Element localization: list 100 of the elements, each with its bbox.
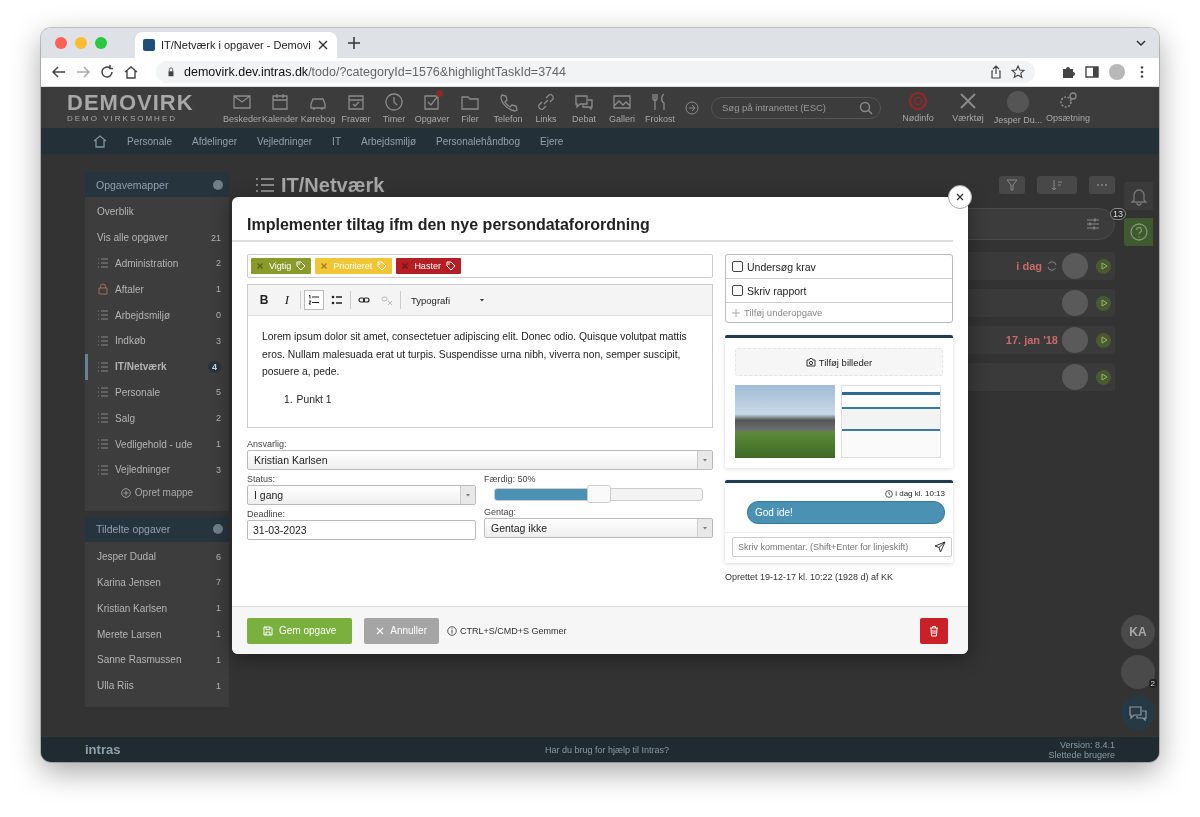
nav-item[interactable]: Fravær: [337, 91, 375, 124]
person-item[interactable]: Ulla Riis 1: [85, 672, 229, 699]
nav-item[interactable]: Beskeder: [223, 91, 261, 124]
field-label: Status:: [247, 473, 276, 485]
play-button[interactable]: [1096, 332, 1111, 348]
toolbar-item[interactable]: Værktøj: [943, 90, 993, 125]
star-icon[interactable]: [1011, 65, 1025, 79]
tag[interactable]: Vigtig: [251, 258, 312, 274]
play-button[interactable]: [1096, 295, 1111, 311]
add-images-button[interactable]: Tilføj billeder: [735, 348, 943, 376]
nav-item[interactable]: Debat: [565, 91, 603, 124]
play-button[interactable]: [1096, 369, 1111, 385]
forward-arrow-icon[interactable]: [76, 65, 90, 79]
folder-item[interactable]: Salg 2: [85, 405, 229, 432]
nav-item[interactable]: Filer: [451, 91, 489, 124]
folder-item[interactable]: IT/Netværk 4: [85, 353, 229, 380]
home-icon[interactable]: [93, 134, 107, 148]
user-avatar: [1062, 290, 1088, 316]
repeat-select[interactable]: Gentag ikke: [484, 518, 713, 538]
progress-slider[interactable]: [494, 485, 703, 503]
play-button[interactable]: [1096, 258, 1111, 274]
style-dropdown[interactable]: Typografi: [404, 290, 494, 310]
nav-item[interactable]: Frokost: [641, 91, 679, 124]
filter-button[interactable]: [999, 176, 1025, 194]
arrow-circle-icon[interactable]: [685, 100, 699, 115]
chevron-down-icon[interactable]: [1135, 37, 1147, 49]
folder-item[interactable]: Vejledninger 3: [85, 456, 229, 483]
folder-item[interactable]: Overblik: [85, 199, 229, 225]
menu-item[interactable]: Arbejdsmiljø: [361, 135, 416, 147]
back-arrow-icon[interactable]: [52, 65, 66, 79]
menu-item[interactable]: Vejledninger: [257, 135, 313, 147]
close-button[interactable]: [948, 185, 972, 209]
folder-item[interactable]: Indkøb 3: [85, 328, 229, 354]
chat-button[interactable]: [1121, 696, 1155, 730]
share-icon[interactable]: [989, 65, 1003, 79]
reload-icon[interactable]: [100, 65, 114, 79]
responsible-select[interactable]: Kristian Karlsen: [247, 450, 713, 470]
toolbar-item[interactable]: Jesper Du...: [993, 90, 1043, 125]
remove-icon[interactable]: [320, 262, 329, 270]
folder-item[interactable]: Aftaler 1: [85, 276, 229, 303]
toolbar-item[interactable]: Opsætning: [1043, 90, 1093, 125]
person-item[interactable]: Kristian Karlsen 1: [85, 595, 229, 622]
more-button[interactable]: [1089, 176, 1115, 194]
menu-item[interactable]: Afdelinger: [192, 135, 238, 147]
home-icon[interactable]: [124, 65, 138, 79]
nav-item[interactable]: Kalender: [261, 91, 299, 124]
sidebar-icon[interactable]: [1085, 65, 1099, 79]
menu-item[interactable]: Personalehåndbog: [436, 135, 520, 147]
nav-item[interactable]: Links: [527, 91, 565, 124]
panel-header[interactable]: Tildelte opgaver: [85, 516, 229, 542]
nav-item[interactable]: Kørebog: [299, 91, 337, 124]
text-editor[interactable]: [247, 284, 713, 428]
menu-item[interactable]: IT: [332, 135, 341, 147]
address-field[interactable]: demovirk.dev.intras.dk/todo/?categoryId=1576&highlightTaskId=3744: [156, 61, 1035, 83]
deadline-field[interactable]: 31-03-2023: [247, 520, 476, 540]
person-item[interactable]: Sanne Rasmussen 1: [85, 646, 229, 673]
nav-item[interactable]: Galleri: [603, 91, 641, 124]
checkbox[interactable]: [732, 261, 743, 272]
close-icon[interactable]: [316, 39, 329, 51]
tag[interactable]: Haster: [396, 258, 461, 274]
notifications-button[interactable]: [1124, 182, 1153, 210]
photo-placeholder[interactable]: [735, 385, 835, 458]
italic-button[interactable]: I: [277, 290, 297, 310]
folder-item[interactable]: Vedligehold - ude 1: [85, 431, 229, 457]
checkbox[interactable]: [732, 285, 743, 296]
folder-item[interactable]: Administration 2: [85, 250, 229, 277]
comment-field[interactable]: Skriv kommentar. (Shift+Enter for linjeskift): [732, 537, 952, 557]
deleted-users-link[interactable]: Slettede brugere: [1048, 749, 1115, 760]
screenshot-thumbnail[interactable]: [841, 385, 941, 458]
tools-icon: [958, 90, 978, 111]
nav-item[interactable]: Telefon: [489, 91, 527, 124]
puzzle-icon[interactable]: [1061, 65, 1075, 79]
help-button[interactable]: [1124, 218, 1153, 246]
menu-item[interactable]: Personale: [127, 135, 173, 147]
person-item[interactable]: Jesper Dudal 6: [85, 543, 229, 570]
chat-avatar[interactable]: KA: [1121, 615, 1155, 649]
slider-handle[interactable]: [586, 485, 611, 503]
menu-item[interactable]: Ejere: [540, 135, 564, 147]
bold-button[interactable]: B: [254, 290, 274, 310]
folder-item[interactable]: Vis alle opgaver 21: [85, 224, 229, 251]
help-link[interactable]: Har du brug for hjælp til Intras?: [545, 744, 1049, 755]
person-item[interactable]: Karina Jensen 7: [85, 569, 229, 596]
search-field[interactable]: Søg på intranettet (ESC): [711, 96, 881, 119]
add-subtask-field[interactable]: Tilføj underopgave: [726, 303, 952, 322]
tag-field[interactable]: Vigtig Prioriteret Haster: [247, 254, 713, 278]
delete-button[interactable]: [920, 617, 948, 644]
new-tab-icon[interactable]: [346, 36, 361, 50]
status-select[interactable]: I gang: [247, 485, 476, 505]
folder-item[interactable]: Personale 5: [85, 379, 229, 406]
person-item[interactable]: Merete Larsen 1: [85, 621, 229, 647]
logo-text[interactable]: DEMOVIRK: [67, 92, 217, 114]
nav-item[interactable]: Timer: [375, 91, 413, 124]
nav-item[interactable]: Opgaver: [413, 91, 451, 124]
ordered-list-button[interactable]: [304, 290, 324, 310]
close-window-icon[interactable]: [55, 37, 67, 49]
panel-header[interactable]: Opgavemapper: [85, 172, 229, 197]
toolbar-item[interactable]: Nødinfo: [893, 90, 943, 125]
folder-item[interactable]: Arbejdsmiljø 0: [85, 302, 229, 328]
create-folder-link[interactable]: Opret mappe: [85, 482, 229, 503]
browser-tab[interactable]: IT/Netværk i opgaver - Demovi: [135, 32, 337, 58]
